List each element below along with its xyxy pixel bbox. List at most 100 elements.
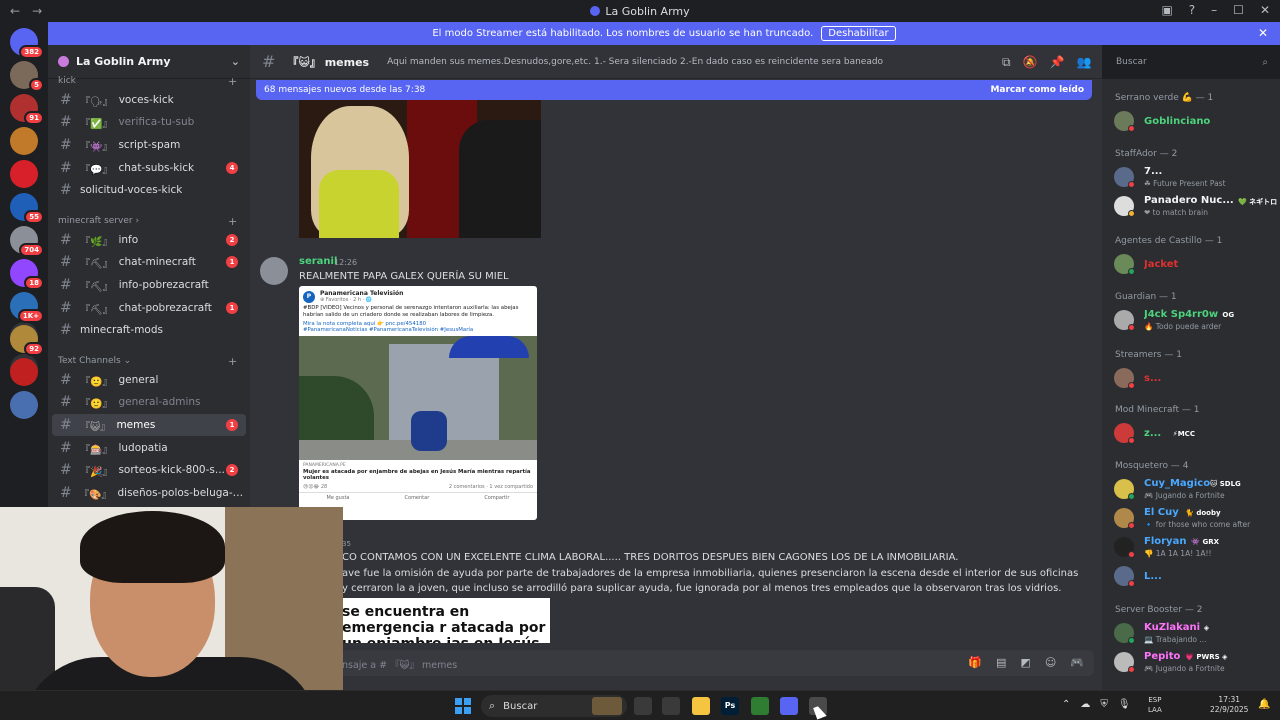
channel-item-sorteos-kick-800-s[interactable]: # 『🎉』 sorteos-kick-800-s... 2 bbox=[52, 459, 246, 481]
discord-icon[interactable] bbox=[780, 697, 798, 715]
channel-topic[interactable]: Aqui manden sus memes.Desnudos,gore,etc.… bbox=[387, 57, 883, 67]
status-indicator bbox=[1128, 382, 1135, 389]
apps-icon[interactable]: 🎮 bbox=[1070, 656, 1084, 669]
search-input[interactable]: Buscar ⌕ bbox=[1110, 52, 1274, 72]
back-arrow-icon[interactable]: ← bbox=[10, 4, 20, 18]
channel-label: sorteos-kick-800-s... bbox=[118, 464, 225, 476]
member-item[interactable]: Cuy_Magico 🐱 SDLG 🎮 Jugando a Fortnite bbox=[1114, 476, 1278, 502]
new-messages-bar[interactable]: 68 mensajes nuevos desde las 7:38 Marcar… bbox=[256, 80, 1092, 100]
maximize-button[interactable]: ☐ bbox=[1233, 3, 1244, 17]
threads-icon[interactable]: ⧉ bbox=[1002, 55, 1011, 70]
channel-item-voces-kick[interactable]: # 『🗣』 voces-kick bbox=[52, 89, 246, 111]
server-icon[interactable]: 55 bbox=[10, 193, 44, 224]
news-image[interactable]: se encuentra en emergencia r atacada por… bbox=[342, 598, 550, 643]
help-icon[interactable]: ? bbox=[1189, 3, 1195, 17]
channel-item-general[interactable]: # 『🙂』 general bbox=[52, 369, 246, 391]
chevron-up-icon[interactable]: ⌃ bbox=[1062, 699, 1070, 710]
disable-streamer-mode-button[interactable]: Deshabilitar bbox=[821, 26, 896, 41]
member-item[interactable]: Goblinciano bbox=[1114, 108, 1278, 134]
channel-item-verifica-tu-sub[interactable]: # 『✅』 verifica-tu-sub bbox=[52, 111, 246, 133]
cloud-icon[interactable]: ☁ bbox=[1080, 699, 1090, 710]
clock[interactable]: 17:31 22/9/2025 bbox=[1210, 695, 1248, 715]
channel-item-solicitud-voces-kick[interactable]: # solicitud-voces-kick bbox=[52, 179, 246, 201]
category-minecraft[interactable]: minecraft server › + bbox=[58, 215, 237, 228]
add-channel-icon[interactable]: + bbox=[228, 215, 237, 228]
widgets-icon[interactable] bbox=[592, 697, 622, 715]
category-kick[interactable]: kick + bbox=[58, 75, 237, 88]
server-icon[interactable]: 5 bbox=[10, 61, 44, 92]
channel-item-chat-subs-kick[interactable]: # 『💬』 chat-subs-kick 4 bbox=[52, 157, 246, 179]
server-icon[interactable]: 18 bbox=[10, 259, 44, 290]
server-icon[interactable]: 382 bbox=[10, 28, 44, 59]
add-channel-icon[interactable]: + bbox=[228, 75, 237, 88]
channel-item-chat-minecraft[interactable]: # 『⛏』 chat-minecraft 1 bbox=[52, 251, 246, 273]
server-icon[interactable] bbox=[10, 160, 38, 188]
add-channel-icon[interactable]: + bbox=[228, 355, 237, 368]
unread-badge: 1 bbox=[226, 256, 238, 268]
server-icon[interactable]: 92 bbox=[10, 325, 44, 356]
member-item[interactable]: KuZlakani ◈ 💻 Trabajando ... bbox=[1114, 620, 1278, 646]
category-text-channels[interactable]: Text Channels ⌄ + bbox=[58, 355, 237, 368]
task-view-icon[interactable] bbox=[634, 697, 652, 715]
channel-item-dise-os-polos-beluga-ar[interactable]: # 『🎨』 diseños-polos-beluga-ar... bbox=[52, 482, 246, 504]
photoshop-icon[interactable]: Ps bbox=[721, 697, 739, 715]
message-composer[interactable]: nsaje a # 『😺』 memes 🎁 ▤ ◩ ☺ 🎮 bbox=[262, 650, 1094, 676]
gif-icon[interactable]: ▤ bbox=[996, 656, 1006, 669]
chrome-icon[interactable] bbox=[751, 697, 769, 715]
channel-item-info[interactable]: # 『🌿』 info 2 bbox=[52, 229, 246, 251]
pin-icon[interactable]: 📌 bbox=[1050, 55, 1065, 70]
member-item[interactable]: El Cuy 🐈 dooby 🔹 for those who come after bbox=[1114, 505, 1278, 531]
channel-header: # 『😺』 memes Aqui manden sus memes.Desnud… bbox=[250, 45, 1102, 79]
member-name: L... bbox=[1144, 571, 1162, 582]
inbox-icon[interactable]: ▣ bbox=[1161, 3, 1172, 17]
status-indicator bbox=[1128, 522, 1135, 529]
sticker-icon[interactable]: ◩ bbox=[1020, 656, 1030, 669]
member-item[interactable]: Jacket bbox=[1114, 251, 1278, 277]
channel-item-chat-pobrezacraft[interactable]: # 『⛏』 chat-pobrezacraft 1 bbox=[52, 297, 246, 319]
close-window-button[interactable]: ✕ bbox=[1260, 3, 1270, 17]
server-icon[interactable]: 1K+ bbox=[10, 292, 44, 323]
emoji-icon[interactable]: ☺ bbox=[1045, 656, 1056, 669]
server-icon[interactable] bbox=[10, 391, 38, 419]
gift-icon[interactable]: 🎁 bbox=[968, 656, 982, 669]
banner-close-icon[interactable]: ✕ bbox=[1258, 26, 1268, 40]
channel-item-memes[interactable]: # 『😺』 memes 1 bbox=[52, 414, 246, 436]
member-item[interactable]: z... ⚡MCC bbox=[1114, 420, 1278, 446]
channel-item-minecraft-mods[interactable]: # minecraft-mods bbox=[52, 319, 246, 341]
server-icon[interactable] bbox=[10, 127, 38, 155]
member-item[interactable]: J4ck Sp4rr0w OG 🔥 Todo puede arder bbox=[1114, 307, 1278, 333]
server-badge: 704 bbox=[19, 243, 44, 257]
member-item[interactable]: s... bbox=[1114, 365, 1278, 391]
server-icon[interactable]: 704 bbox=[10, 226, 44, 257]
unread-badge: 1 bbox=[226, 302, 238, 314]
microphone-icon[interactable]: 🎙 bbox=[1118, 699, 1131, 710]
facebook-post-screenshot[interactable]: P Panamericana Televisión ⊕ Favoritos · … bbox=[299, 286, 537, 520]
server-icon[interactable]: 91 bbox=[10, 94, 44, 125]
message-author[interactable]: seranil bbox=[299, 256, 337, 267]
terminal-icon[interactable] bbox=[662, 697, 680, 715]
language-indicator[interactable]: ESP LAA bbox=[1148, 695, 1162, 715]
windows-start-icon[interactable] bbox=[455, 698, 471, 714]
notification-bell-icon[interactable]: 🔔 bbox=[1258, 699, 1270, 710]
members-icon[interactable]: 👥 bbox=[1076, 55, 1091, 70]
forward-arrow-icon[interactable]: → bbox=[32, 4, 42, 18]
channel-item-general-admins[interactable]: # 『🙂』 general-admins bbox=[52, 391, 246, 413]
member-item[interactable]: L... bbox=[1114, 563, 1278, 589]
message-list[interactable]: 68 mensajes nuevos desde las 7:38 Marcar… bbox=[250, 79, 1102, 690]
channel-item-script-spam[interactable]: # 『👾』 script-spam bbox=[52, 134, 246, 156]
channel-item-info-pobrezacraft[interactable]: # 『⛏』 info-pobrezacraft bbox=[52, 274, 246, 296]
member-item[interactable]: Floryan 👾 GRX 👎 1A 1A 1A! 1A!! bbox=[1114, 534, 1278, 560]
guild-header[interactable]: La Goblin Army ⌄ bbox=[48, 45, 250, 79]
avatar[interactable] bbox=[260, 257, 288, 285]
security-icon[interactable]: ⛨ bbox=[1100, 699, 1108, 710]
minimize-button[interactable]: – bbox=[1211, 3, 1217, 17]
member-item[interactable]: Pepito 💗 PWRS ◈ 🎮 Jugando a Fortnite bbox=[1114, 649, 1278, 675]
server-icon[interactable] bbox=[10, 358, 38, 386]
member-item[interactable]: Panadero Nuc... 💚 ネギトロ ❤ to match brain bbox=[1114, 193, 1278, 219]
file-explorer-icon[interactable] bbox=[692, 697, 710, 715]
member-item[interactable]: 7... ☘ Future Present Past bbox=[1114, 164, 1278, 190]
mute-icon[interactable]: 🔕 bbox=[1023, 55, 1038, 70]
mark-read-button[interactable]: Marcar como leído bbox=[990, 85, 1084, 95]
meme-image-baby[interactable] bbox=[299, 100, 541, 238]
channel-item-ludopatia[interactable]: # 『🎰』 ludopatia bbox=[52, 437, 246, 459]
